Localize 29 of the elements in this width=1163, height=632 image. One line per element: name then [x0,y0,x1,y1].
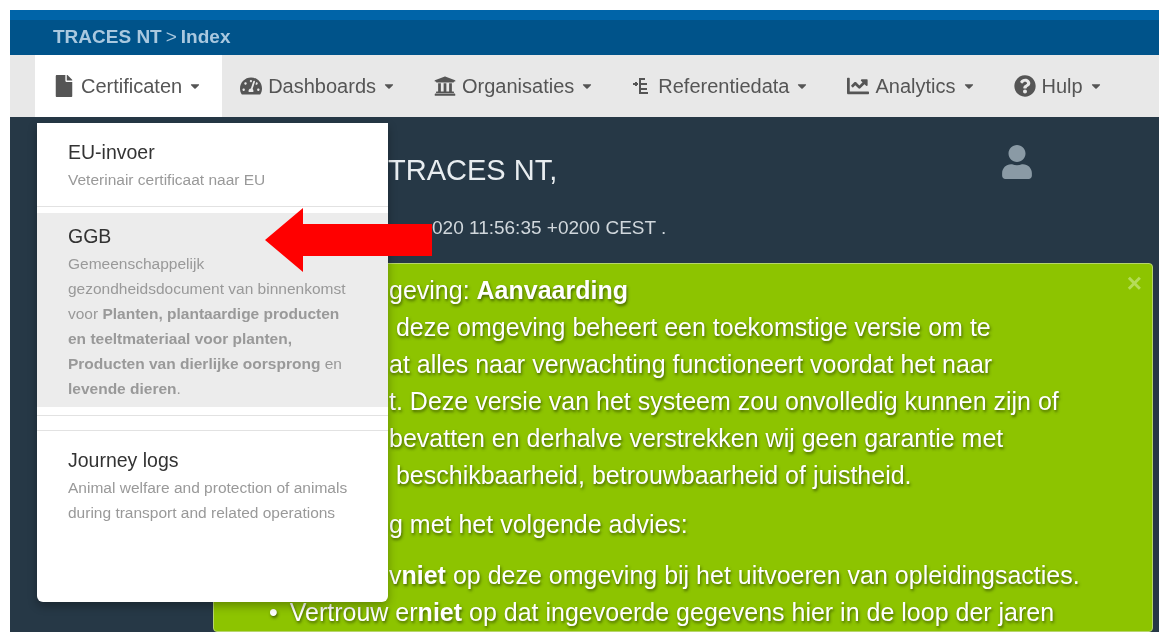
dropdown-item[interactable]: GGB Gemeenschappelijk gezondheidsdocument van binnenkomst voor Planten, plantaardige producten en teeltmateriaal voor planten, Producten van dierlijke oorsprong en levende dieren. [37,213,388,407]
user-icon[interactable] [1000,145,1034,179]
nav-menu-item[interactable]: Referentiedata [614,55,830,117]
bullet-mark: • [269,597,278,628]
welcome-heading: TRACES NT, [388,154,558,187]
dropdown-item[interactable]: Journey logs Animal welfare and protection of animals during transport and related operations [37,437,388,531]
nav-menu-item[interactable]: Analytics [829,55,996,117]
nav-menu-item[interactable]: Certificaten [35,55,223,117]
advice-intro: g met het volgende advies: [389,509,688,540]
breadcrumb-link[interactable]: TRACES NT [53,25,162,48]
breadcrumb-current: Index [180,25,231,48]
alert-text-line: bevatten en derhalve verstrekken wij geen garantie met [389,423,1004,454]
alert-text-line: t. Deze versie van het systeem zou onvolledig kunnen zijn of [389,386,1059,417]
alert-text-line: deze omgeving beheert een toekomstige versie om te [394,312,991,343]
timestamp: 020 11:56:35 +0200 CEST . [432,217,667,239]
document-icon [53,75,75,98]
nav-menu-item[interactable]: Organisaties [416,55,615,117]
help-icon [1013,75,1036,98]
alert-title: geving: Aanvaarding [389,275,628,306]
nav-menu-item[interactable]: Dashboards [222,55,416,117]
dropdown-item[interactable]: EU-invoer Veterinair certificaat naar EU [37,129,388,198]
alert-text-line: beschikbaarheid, betrouwbaarheid of juistheid. [394,460,912,491]
bank-icon [434,75,456,98]
nav-menu-item[interactable]: Hulp [995,55,1123,117]
breadcrumb-separator: > [165,25,177,48]
gauge-icon [240,75,263,98]
advice-item: Vertrouw erniet op dat ingevoerde gegevens hier in de loop der jaren [289,597,1055,628]
alert-text-line: at alles naar verwachting functioneert voordat het naar [389,349,993,380]
advice-item: vniet op deze omgeving bij het uitvoeren van opleidingsacties. [389,560,1080,591]
